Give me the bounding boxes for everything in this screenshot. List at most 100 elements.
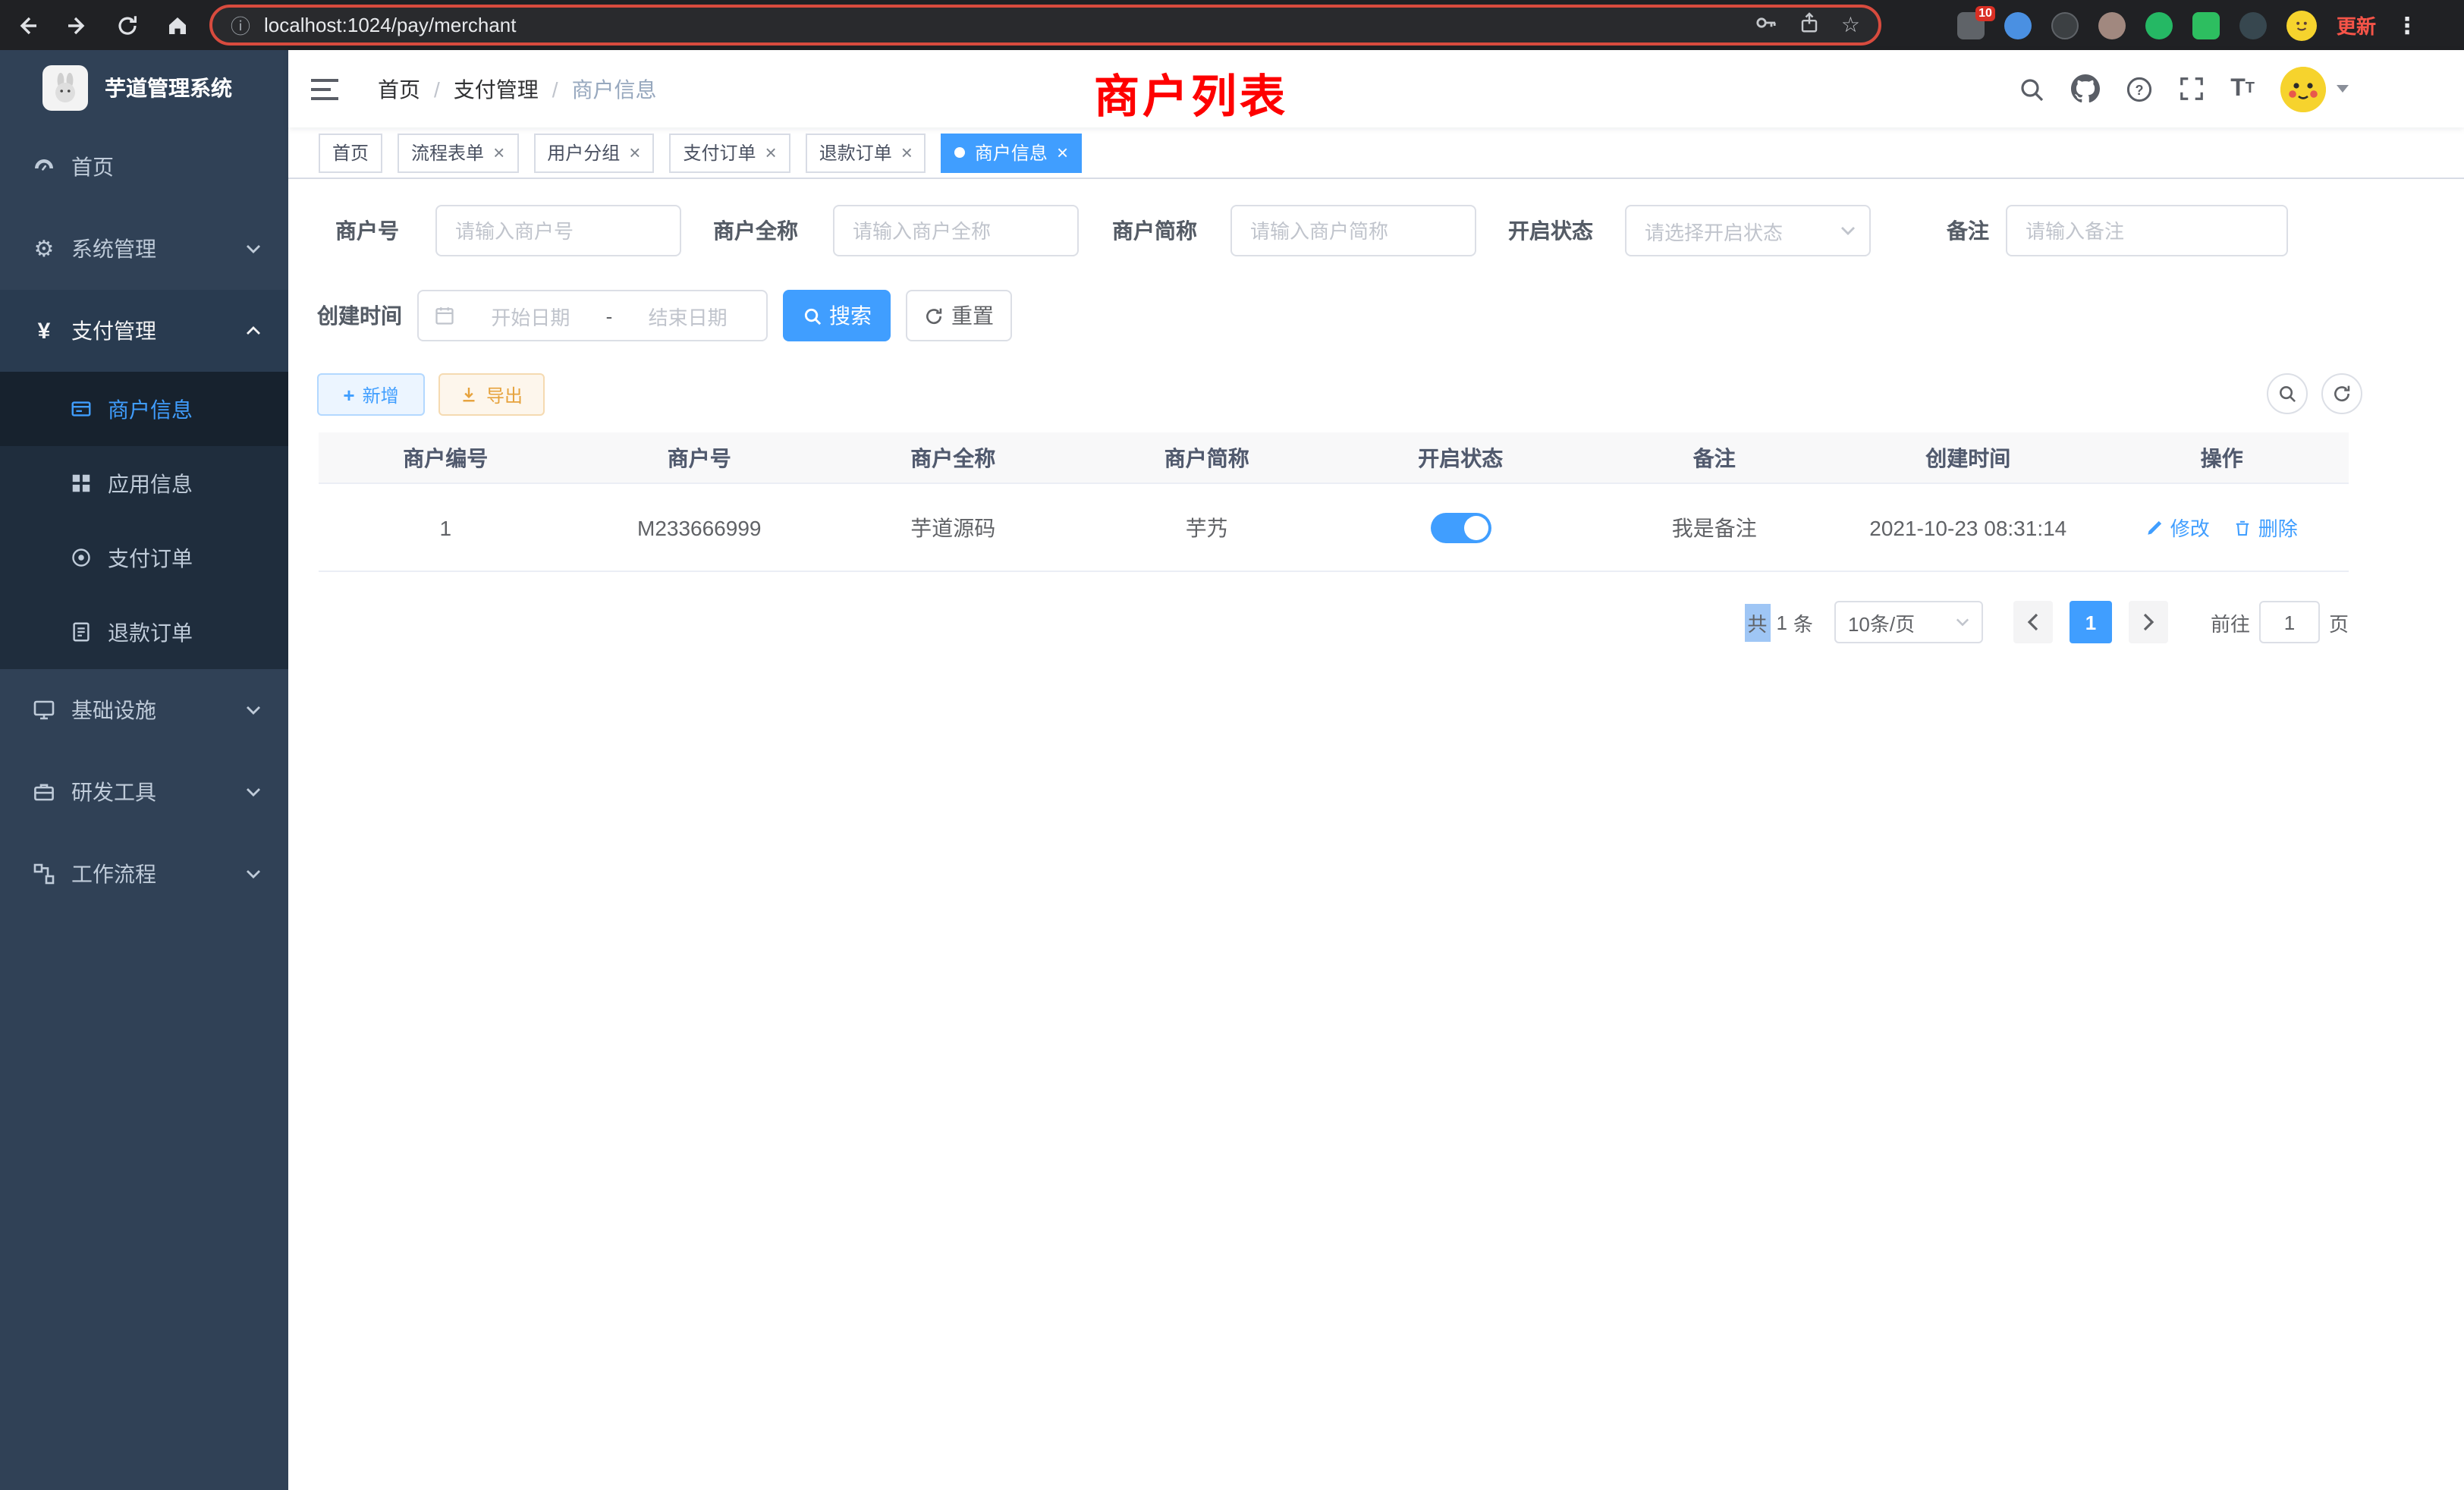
sidebar-item-label: 支付管理 bbox=[71, 316, 156, 346]
table-row: 1 M233666999 芋道源码 芋艿 我是备注 2021-10-23 08:… bbox=[319, 484, 2349, 572]
refresh-icon[interactable] bbox=[112, 10, 143, 40]
breadcrumb-separator: / bbox=[552, 77, 558, 101]
page-size-select[interactable]: 10条/页 bbox=[1834, 601, 1983, 643]
bookmark-star-icon[interactable]: ☆ bbox=[1841, 12, 1860, 38]
github-icon[interactable] bbox=[2071, 74, 2100, 103]
share-icon[interactable] bbox=[1799, 11, 1821, 39]
next-page-button[interactable] bbox=[2129, 601, 2168, 643]
delete-link[interactable]: 删除 bbox=[2234, 513, 2298, 542]
prev-page-button[interactable] bbox=[2013, 601, 2053, 643]
annotation-title: 商户列表 bbox=[1094, 59, 1288, 126]
cell-remark: 我是备注 bbox=[1588, 484, 1842, 571]
short-name-input[interactable] bbox=[1230, 205, 1476, 256]
table-header-row: 商户编号 商户号 商户全称 商户简称 开启状态 备注 创建时间 操作 bbox=[319, 432, 2349, 484]
app-title: 芋道管理系统 bbox=[105, 73, 232, 103]
sidebar-item-refund-order[interactable]: 退款订单 bbox=[0, 595, 288, 669]
sidebar-item-infrastructure[interactable]: 基础设施 bbox=[0, 669, 288, 751]
search-icon[interactable] bbox=[2018, 75, 2045, 102]
toolbox-icon bbox=[30, 780, 58, 804]
sidebar-item-merchant-info[interactable]: 商户信息 bbox=[0, 372, 288, 446]
extension-icon-5[interactable] bbox=[2145, 11, 2173, 39]
close-icon[interactable]: × bbox=[493, 143, 504, 162]
full-name-input[interactable] bbox=[833, 205, 1079, 256]
page-number-1[interactable]: 1 bbox=[2070, 601, 2112, 643]
plus-icon: + bbox=[343, 383, 354, 406]
sidebar-item-label: 工作流程 bbox=[71, 859, 156, 889]
url-text[interactable]: localhost:1024/pay/merchant bbox=[264, 14, 516, 36]
breadcrumb-section[interactable]: 支付管理 bbox=[454, 74, 539, 104]
page-info-icon[interactable]: ⓘ bbox=[231, 11, 250, 39]
password-key-icon[interactable] bbox=[1755, 11, 1779, 39]
dashboard-icon bbox=[30, 155, 58, 179]
logo-rabbit-avatar bbox=[42, 65, 88, 111]
yen-icon: ¥ bbox=[30, 318, 58, 344]
caret-down-icon bbox=[2337, 85, 2349, 93]
tab-flow-form[interactable]: 流程表单× bbox=[398, 133, 518, 172]
status-select[interactable]: 请选择开启状态 bbox=[1625, 205, 1871, 256]
merchant-no-input[interactable] bbox=[435, 205, 681, 256]
date-range-picker[interactable]: 开始日期 - 结束日期 bbox=[417, 290, 768, 341]
refresh-table-button[interactable] bbox=[2321, 373, 2362, 414]
extension-icon-4[interactable] bbox=[2098, 11, 2126, 39]
sidebar-item-app-info[interactable]: 应用信息 bbox=[0, 446, 288, 520]
user-menu[interactable] bbox=[2280, 66, 2349, 112]
forward-icon[interactable] bbox=[62, 10, 93, 40]
sidebar-item-label: 退款订单 bbox=[108, 617, 193, 647]
workflow-icon bbox=[30, 862, 58, 886]
close-icon[interactable]: × bbox=[629, 143, 640, 162]
breadcrumb-separator: / bbox=[434, 77, 440, 101]
browser-menu-icon[interactable]: ⋮ bbox=[2396, 11, 2418, 39]
sidebar-item-payment[interactable]: ¥ 支付管理 bbox=[0, 290, 288, 372]
sidebar-item-pay-order[interactable]: 支付订单 bbox=[0, 520, 288, 595]
extension-icon-6[interactable] bbox=[2192, 11, 2220, 39]
extension-icon-3[interactable] bbox=[2051, 11, 2079, 39]
chevron-down-icon bbox=[246, 706, 261, 715]
reset-button[interactable]: 重置 bbox=[906, 290, 1012, 341]
sidebar-item-system[interactable]: ⚙ 系统管理 bbox=[0, 208, 288, 290]
sidebar-item-dev-tools[interactable]: 研发工具 bbox=[0, 751, 288, 833]
extension-icon-1[interactable]: 10 bbox=[1957, 11, 1985, 39]
sidebar-logo[interactable]: 芋道管理系统 bbox=[0, 50, 288, 126]
tab-merchant-info[interactable]: 商户信息× bbox=[941, 133, 1082, 172]
browser-toolbar: ⓘ localhost:1024/pay/merchant ☆ 10 bbox=[0, 0, 2464, 50]
tab-pay-order[interactable]: 支付订单× bbox=[669, 133, 790, 172]
address-bar[interactable]: ⓘ localhost:1024/pay/merchant ☆ bbox=[209, 5, 1881, 46]
sidebar-item-label: 首页 bbox=[71, 152, 114, 182]
font-size-icon[interactable]: TT bbox=[2230, 77, 2255, 101]
page-unit-label: 页 bbox=[2329, 608, 2349, 637]
fullscreen-icon[interactable] bbox=[2179, 76, 2205, 102]
close-icon[interactable]: × bbox=[1057, 143, 1068, 162]
page-content: 商户号 商户全称 商户简称 开启状态 请选择开启状态 备注 创建时间 开始日期 … bbox=[288, 179, 2464, 1490]
sidebar-item-home[interactable]: 首页 bbox=[0, 126, 288, 208]
back-icon[interactable] bbox=[12, 10, 42, 40]
tab-user-group[interactable]: 用户分组× bbox=[533, 133, 654, 172]
chrome-update-button[interactable]: 更新 bbox=[2337, 11, 2376, 39]
breadcrumb-home[interactable]: 首页 bbox=[378, 74, 420, 104]
close-icon[interactable]: × bbox=[901, 143, 913, 162]
remark-input[interactable] bbox=[2006, 205, 2288, 256]
sidebar-item-workflow[interactable]: 工作流程 bbox=[0, 833, 288, 915]
add-button[interactable]: + 新增 bbox=[317, 373, 425, 416]
help-icon[interactable]: ? bbox=[2126, 75, 2153, 102]
home-icon[interactable] bbox=[162, 10, 193, 40]
toggle-search-button[interactable] bbox=[2267, 373, 2308, 414]
tab-refund-order[interactable]: 退款订单× bbox=[806, 133, 926, 172]
status-toggle[interactable] bbox=[1430, 512, 1491, 542]
cell-create-time: 2021-10-23 08:31:14 bbox=[1841, 484, 2095, 571]
sidebar-item-label: 支付订单 bbox=[108, 542, 193, 573]
edit-link[interactable]: 修改 bbox=[2146, 513, 2210, 542]
browser-profile-avatar[interactable] bbox=[2286, 10, 2317, 40]
screen: ⓘ localhost:1024/pay/merchant ☆ 10 bbox=[0, 0, 2464, 1490]
chevron-down-icon bbox=[246, 787, 261, 797]
extension-icon-2[interactable] bbox=[2004, 11, 2032, 39]
close-icon[interactable]: × bbox=[765, 143, 777, 162]
goto-page-input[interactable] bbox=[2259, 601, 2320, 643]
cell-id: 1 bbox=[319, 484, 573, 571]
search-button[interactable]: 搜索 bbox=[783, 290, 891, 341]
extension-icon-7[interactable] bbox=[2239, 11, 2267, 39]
create-time-label: 创建时间 bbox=[288, 290, 402, 341]
tab-home[interactable]: 首页 bbox=[319, 133, 382, 172]
export-button[interactable]: 导出 bbox=[438, 373, 545, 416]
hamburger-icon[interactable] bbox=[311, 77, 338, 101]
calendar-icon bbox=[434, 305, 455, 326]
